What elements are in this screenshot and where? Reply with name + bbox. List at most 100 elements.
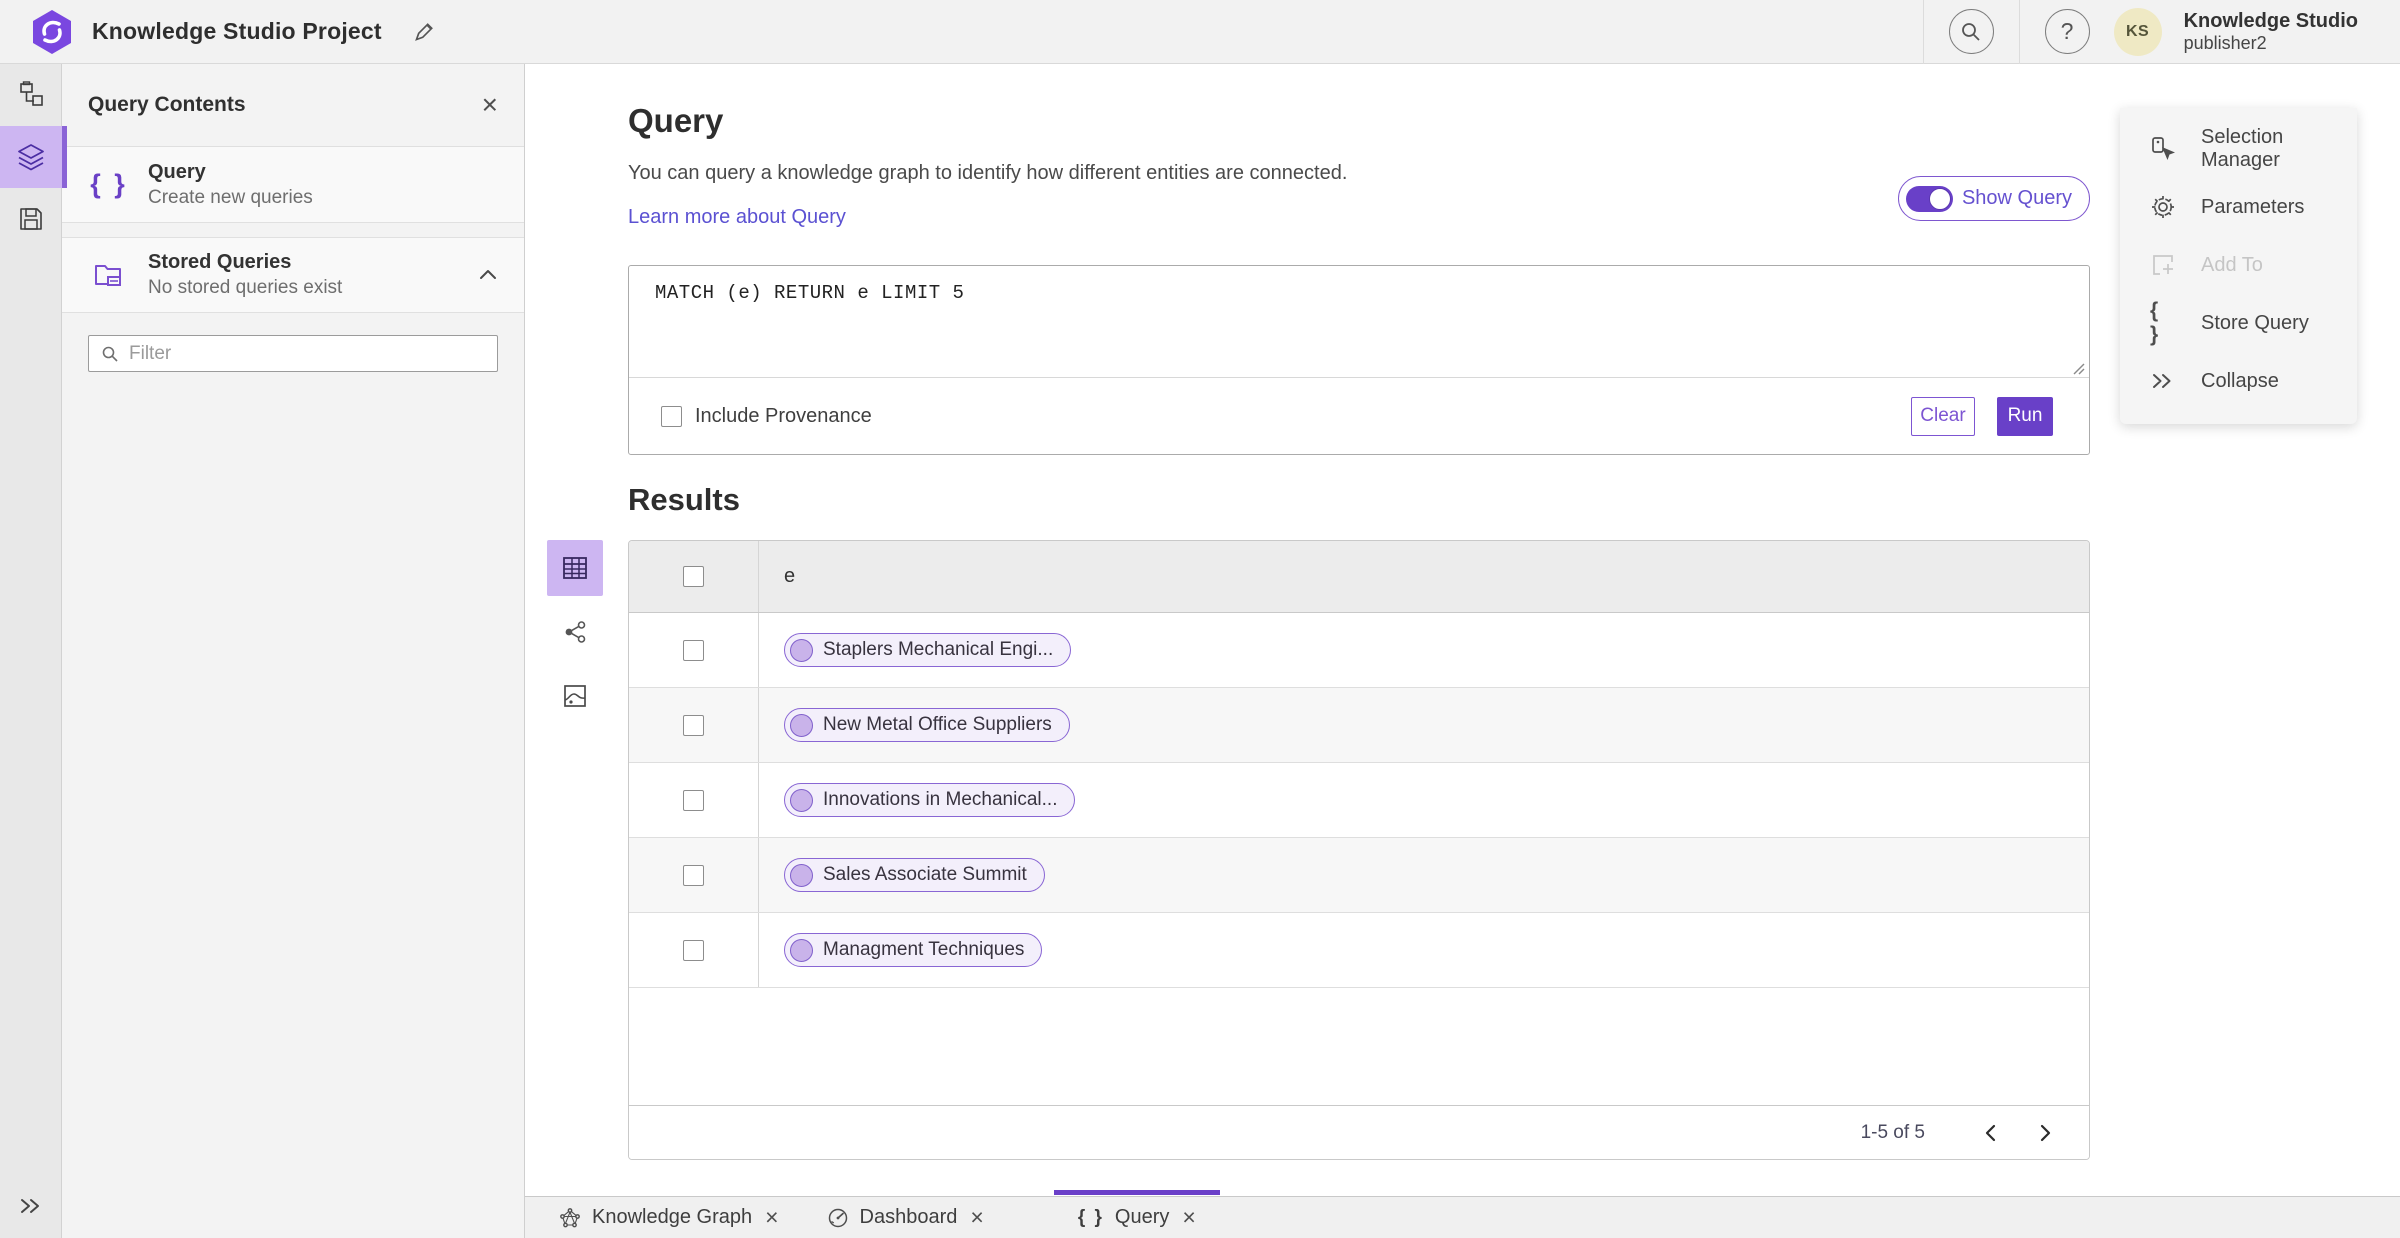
gear-icon <box>2150 194 2176 220</box>
action-label: Add To <box>2201 253 2263 276</box>
sidebar-item-save[interactable] <box>0 188 62 250</box>
braces-icon: { } <box>90 169 128 199</box>
toggle-knob <box>1928 187 1951 210</box>
entity-pill[interactable]: Managment Techniques <box>784 933 1043 967</box>
table-row[interactable]: Managment Techniques <box>629 913 2089 988</box>
row-checkbox[interactable] <box>683 939 704 961</box>
icon-sidebar <box>0 64 67 1238</box>
tab-dashboard[interactable]: Dashboard × <box>803 1197 1008 1238</box>
table-header-row: e <box>629 541 2089 613</box>
add-to-item: Add To <box>2120 236 2357 294</box>
filter-input[interactable] <box>129 342 485 365</box>
avatar[interactable]: KS <box>2113 7 2162 56</box>
close-tab-button[interactable]: × <box>1182 1206 1195 1229</box>
results-heading: Results <box>628 482 740 517</box>
data-model-icon <box>20 81 43 106</box>
selection-manager-icon <box>2150 136 2176 162</box>
row-checkbox[interactable] <box>683 639 704 661</box>
parameters-item[interactable]: Parameters <box>2120 178 2357 236</box>
page-title: Knowledge Studio Project <box>92 18 382 44</box>
close-panel-button[interactable]: × <box>482 91 498 119</box>
help-button[interactable]: ? <box>2044 9 2090 54</box>
include-provenance-label: Include Provenance <box>695 404 872 427</box>
chevron-left-icon <box>1985 1124 1996 1141</box>
selection-manager-item[interactable]: Selection Manager <box>2120 120 2357 178</box>
query-heading: Query <box>628 102 724 139</box>
dashboard-gauge-icon <box>828 1208 847 1227</box>
column-header-e: e <box>784 565 796 587</box>
knowledge-graph-icon <box>560 1207 580 1227</box>
entity-label: Staplers Mechanical Engi... <box>823 639 1054 660</box>
store-query-item[interactable]: { } Store Query <box>2120 294 2357 352</box>
link-chart-view-button[interactable] <box>547 604 603 660</box>
app-window: Knowledge Studio Project ? KS Knowledge … <box>0 0 2400 1238</box>
panel-gap <box>62 223 524 237</box>
collapse-item[interactable]: Collapse <box>2120 352 2357 410</box>
edit-title-button[interactable] <box>412 20 436 44</box>
table-view-button[interactable] <box>547 540 603 596</box>
pencil-icon <box>414 22 433 41</box>
table-pagination: 1-5 of 5 <box>629 1105 2089 1159</box>
show-query-toggle[interactable]: Show Query <box>1897 176 2090 221</box>
query-view: Query You can query a knowledge graph to… <box>525 64 2400 1198</box>
expand-sidebar-button[interactable] <box>0 1184 62 1228</box>
tab-knowledge-graph[interactable]: Knowledge Graph × <box>535 1197 803 1238</box>
braces-icon: { } <box>2150 299 2161 346</box>
row-checkbox[interactable] <box>683 714 704 736</box>
table-icon <box>563 557 587 579</box>
table-empty-area <box>629 988 2089 1105</box>
results-table: e Staplers Mechanical Engi... New Metal … <box>628 540 2090 1160</box>
select-all-checkbox[interactable] <box>683 566 704 587</box>
item-description: Create new queries <box>148 186 313 208</box>
document-tabbar: Knowledge Graph × Dashboard × { } Query … <box>525 1190 2400 1238</box>
question-icon: ? <box>2060 18 2074 44</box>
sidebar-item-contents[interactable] <box>0 126 67 188</box>
resize-grip-icon[interactable] <box>2071 361 2085 375</box>
close-tab-button[interactable]: × <box>765 1206 778 1229</box>
user-info: Knowledge Studio publisher2 <box>2184 10 2358 54</box>
entity-label: Sales Associate Summit <box>823 864 1027 885</box>
search-button[interactable] <box>1948 9 1994 54</box>
pagination-label: 1-5 of 5 <box>1860 1121 1925 1143</box>
entity-dot-icon <box>790 788 813 812</box>
entity-dot-icon <box>790 938 813 962</box>
item-label: Query <box>148 160 206 183</box>
panel-item-query[interactable]: { } Query Create new queries <box>62 147 524 223</box>
table-row[interactable]: Innovations in Mechanical... <box>629 763 2089 838</box>
entity-label: Innovations in Mechanical... <box>823 789 1058 810</box>
knowledge-studio-logo-icon <box>33 9 71 54</box>
chevron-right-icon <box>2040 1124 2051 1141</box>
sidebar-item-data-model[interactable] <box>0 64 62 126</box>
collapse-section-button[interactable] <box>478 268 498 282</box>
clear-button[interactable]: Clear <box>1911 396 1975 436</box>
item-label: Stored Queries <box>148 251 292 273</box>
entity-pill[interactable]: Staplers Mechanical Engi... <box>784 633 1072 667</box>
entity-pill[interactable]: Innovations in Mechanical... <box>784 783 1076 817</box>
next-page-button[interactable] <box>2027 1115 2063 1151</box>
map-view-button[interactable] <box>547 668 603 724</box>
entity-pill[interactable]: Sales Associate Summit <box>784 858 1045 892</box>
entity-dot-icon <box>790 713 813 737</box>
search-icon <box>102 346 118 362</box>
previous-page-button[interactable] <box>1973 1115 2009 1151</box>
toggle-switch[interactable] <box>1905 185 1953 212</box>
query-editor: MATCH (e) RETURN e LIMIT 5 Include Prove… <box>628 265 2090 455</box>
entity-pill[interactable]: New Metal Office Suppliers <box>784 708 1070 742</box>
close-tab-button[interactable]: × <box>970 1206 983 1229</box>
panel-item-stored-queries[interactable]: Stored Queries No stored queries exist <box>62 237 524 313</box>
tab-query[interactable]: { } Query × <box>1053 1190 1220 1238</box>
include-provenance-checkbox[interactable] <box>661 405 682 427</box>
row-checkbox[interactable] <box>683 789 704 811</box>
table-row[interactable]: Sales Associate Summit <box>629 838 2089 913</box>
query-editor-footer: Include Provenance Clear Run <box>629 377 2089 454</box>
query-text-input[interactable]: MATCH (e) RETURN e LIMIT 5 <box>629 266 2089 377</box>
braces-icon: { } <box>1077 1206 1104 1228</box>
table-row[interactable]: Staplers Mechanical Engi... <box>629 613 2089 688</box>
entity-dot-icon <box>790 638 813 662</box>
row-checkbox[interactable] <box>683 864 704 886</box>
search-icon <box>1962 22 1980 41</box>
table-row[interactable]: New Metal Office Suppliers <box>629 688 2089 763</box>
learn-more-link[interactable]: Learn more about Query <box>628 206 846 229</box>
query-description: You can query a knowledge graph to ident… <box>628 162 1348 184</box>
run-button[interactable]: Run <box>1997 396 2053 436</box>
